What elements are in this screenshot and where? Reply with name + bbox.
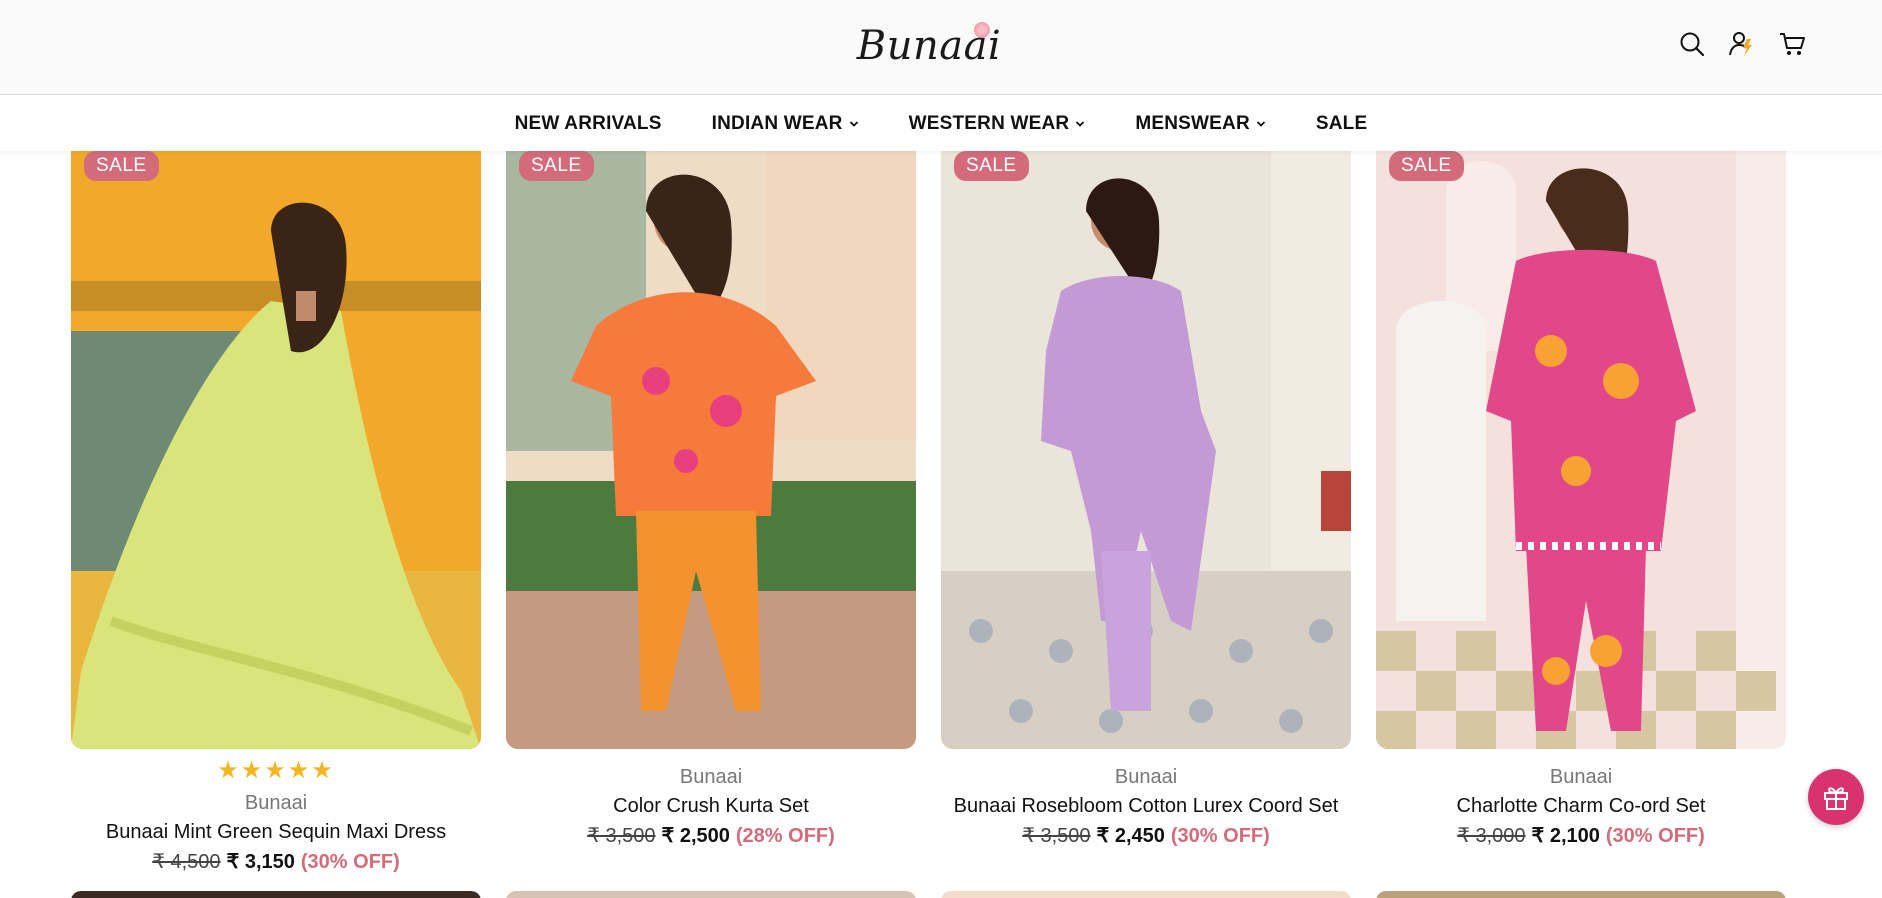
sale-price: ₹ 2,450 — [1096, 825, 1165, 847]
nav-label: WESTERN WEAR — [908, 112, 1070, 134]
brand-logo[interactable]: Bunaai — [857, 20, 1001, 72]
product-photo — [71, 151, 481, 749]
nav-sale[interactable]: SALE — [1316, 113, 1367, 135]
original-price: ₹ 3,000 — [1457, 825, 1526, 847]
product-info: ★★★★★ Bunaai Bunaai Mint Green Sequin Ma… — [71, 759, 481, 877]
sale-price: ₹ 2,100 — [1531, 825, 1600, 847]
account-icon[interactable] — [1728, 30, 1756, 58]
sale-price: ₹ 2,500 — [661, 825, 730, 847]
discount-label: (30% OFF) — [300, 851, 400, 873]
original-price: ₹ 3,500 — [587, 825, 656, 847]
product-title[interactable]: Bunaai Mint Green Sequin Maxi Dress — [71, 817, 481, 847]
gift-button[interactable] — [1808, 769, 1864, 825]
product-info: Bunaai Color Crush Kurta Set ₹ 3,500 ₹ 2,… — [506, 763, 916, 851]
product-title[interactable]: Charlotte Charm Co-ord Set — [1376, 791, 1786, 821]
price-row: ₹ 3,500 ₹ 2,500 (28% OFF) — [506, 821, 916, 851]
nav-label: NEW ARRIVALS — [514, 112, 662, 134]
product-brand: Bunaai — [679, 766, 743, 788]
header-icons — [1678, 30, 1806, 58]
main-nav: NEW ARRIVALS INDIAN WEAR WESTERN WEAR ME… — [0, 96, 1882, 151]
sale-price: ₹ 3,150 — [226, 851, 295, 873]
logo-flower-icon — [974, 22, 990, 38]
discount-label: (30% OFF) — [1605, 825, 1705, 847]
search-icon[interactable] — [1678, 30, 1706, 58]
top-header: Bunaai — [0, 0, 1882, 95]
product-brand: Bunaai — [244, 792, 308, 814]
price-row: ₹ 3,500 ₹ 2,450 (30% OFF) — [941, 821, 1351, 851]
chevron-down-icon — [1076, 120, 1085, 127]
product-card[interactable]: SALE ★★★★★ Bunaai Bunaai Mint Green Sequ… — [71, 151, 481, 877]
nav-label: SALE — [1315, 112, 1368, 134]
next-row-product-image[interactable] — [941, 891, 1351, 898]
chevron-down-icon — [1256, 120, 1266, 127]
original-price: ₹ 3,500 — [1022, 825, 1091, 847]
product-brand: Bunaai — [1114, 766, 1178, 788]
sale-badge: SALE — [1389, 151, 1464, 181]
nav-indian-wear[interactable]: INDIAN WEAR — [712, 113, 859, 135]
sale-badge: SALE — [519, 151, 594, 181]
original-price: ₹ 4,500 — [152, 851, 221, 873]
next-row-product-image[interactable] — [71, 891, 481, 898]
discount-label: (30% OFF) — [1170, 825, 1270, 847]
cart-icon[interactable] — [1778, 30, 1806, 58]
sale-badge: SALE — [954, 151, 1029, 181]
product-photo — [941, 151, 1351, 749]
product-photo — [1376, 151, 1786, 749]
product-image[interactable]: SALE — [941, 151, 1351, 749]
price-row: ₹ 4,500 ₹ 3,150 (30% OFF) — [71, 847, 481, 877]
next-row-product-image[interactable] — [506, 891, 916, 898]
product-brand: Bunaai — [1549, 766, 1613, 788]
nav-label: MENSWEAR — [1135, 112, 1250, 134]
sale-badge: SALE — [84, 151, 159, 181]
discount-label: (28% OFF) — [735, 825, 835, 847]
nav-label: INDIAN WEAR — [711, 112, 843, 134]
product-card[interactable]: SALE Bunaai Bunaai Rosebloom Cotton Lure… — [941, 151, 1351, 851]
next-row-product-image[interactable] — [1376, 891, 1786, 898]
product-info: Bunaai Charlotte Charm Co-ord Set ₹ 3,00… — [1376, 763, 1786, 851]
nav-new-arrivals[interactable]: NEW ARRIVALS — [515, 113, 662, 135]
product-card[interactable]: SALE Bunaai Color Crush Kurta Set ₹ 3,50… — [506, 151, 916, 851]
product-card[interactable]: SALE Bunaai Charlotte Charm Co-ord Set ₹… — [1376, 151, 1786, 851]
nav-western-wear[interactable]: WESTERN WEAR — [909, 113, 1086, 135]
product-info: Bunaai Bunaai Rosebloom Cotton Lurex Coo… — [941, 763, 1351, 851]
product-title[interactable]: Bunaai Rosebloom Cotton Lurex Coord Set — [941, 791, 1351, 821]
product-photo — [506, 151, 916, 749]
nav-menswear[interactable]: MENSWEAR — [1135, 113, 1266, 135]
product-title[interactable]: Color Crush Kurta Set — [506, 791, 916, 821]
price-row: ₹ 3,000 ₹ 2,100 (30% OFF) — [1376, 821, 1786, 851]
product-image[interactable]: SALE — [1376, 151, 1786, 749]
rating-stars: ★★★★★ — [217, 757, 335, 784]
chevron-down-icon — [849, 120, 858, 127]
gift-icon — [1824, 787, 1848, 810]
product-image[interactable]: SALE — [71, 151, 481, 749]
product-image[interactable]: SALE — [506, 151, 916, 749]
